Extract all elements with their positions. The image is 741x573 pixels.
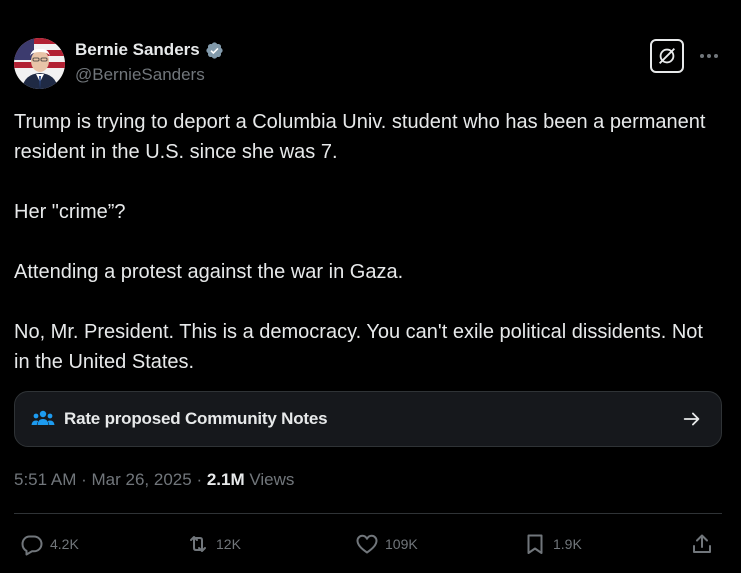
avatar[interactable] [14,38,65,89]
tweet-date[interactable]: Mar 26, 2025 [92,470,192,489]
grok-button[interactable] [650,39,684,73]
repost-icon [190,536,206,552]
tweet-paragraph: Her "crime”? [14,201,126,223]
verified-badge-icon[interactable] [205,41,224,60]
like-button[interactable]: 109K [355,528,418,560]
share-icon [693,534,711,553]
community-notes-label: Rate proposed Community Notes [64,409,328,428]
meta-separator: · [196,470,203,489]
reply-count: 4.2K [50,536,79,552]
views-label: Views [249,470,295,489]
bookmark-count: 1.9K [553,536,582,552]
meta-separator: · [81,470,87,489]
grok-icon [659,48,675,64]
repost-button[interactable]: 12K [186,528,241,560]
views-count: 2.1M [206,470,245,489]
divider [14,513,722,514]
action-bar: 4.2K 12K 109K 1.9K [0,528,741,560]
heart-icon [356,534,378,554]
bookmark-icon [527,534,543,554]
people-icon [31,410,55,425]
tweet-time[interactable]: 5:51 AM [14,470,76,489]
tweet-text: Trump is trying to deport a Columbia Uni… [14,107,714,377]
tweet-paragraph: No, Mr. President. This is a democracy. … [14,321,703,373]
like-count: 109K [385,536,418,552]
community-notes-card[interactable]: Rate proposed Community Notes [14,391,722,447]
author-display-name[interactable]: Bernie Sanders [75,40,200,60]
author-name-row: Bernie Sanders [75,40,224,60]
repost-count: 12K [216,536,241,552]
tweet-paragraph: Attending a protest against the war in G… [14,261,404,283]
reply-button[interactable]: 4.2K [20,528,79,560]
avatar-image [14,38,65,89]
share-button[interactable] [690,528,714,560]
tweet-metadata: 5:51 AM · Mar 26, 2025 · 2.1M Views [14,470,294,490]
tweet-paragraph: Trump is trying to deport a Columbia Uni… [14,111,706,163]
author-handle[interactable]: @BernieSanders [75,65,205,85]
more-dots-icon [700,54,718,58]
arrow-right-icon [683,412,700,426]
bookmark-button[interactable]: 1.9K [523,528,582,560]
reply-icon [21,535,43,556]
more-options-button[interactable] [696,44,722,68]
tweet: Bernie Sanders @BernieSanders Trump is t… [0,0,741,573]
